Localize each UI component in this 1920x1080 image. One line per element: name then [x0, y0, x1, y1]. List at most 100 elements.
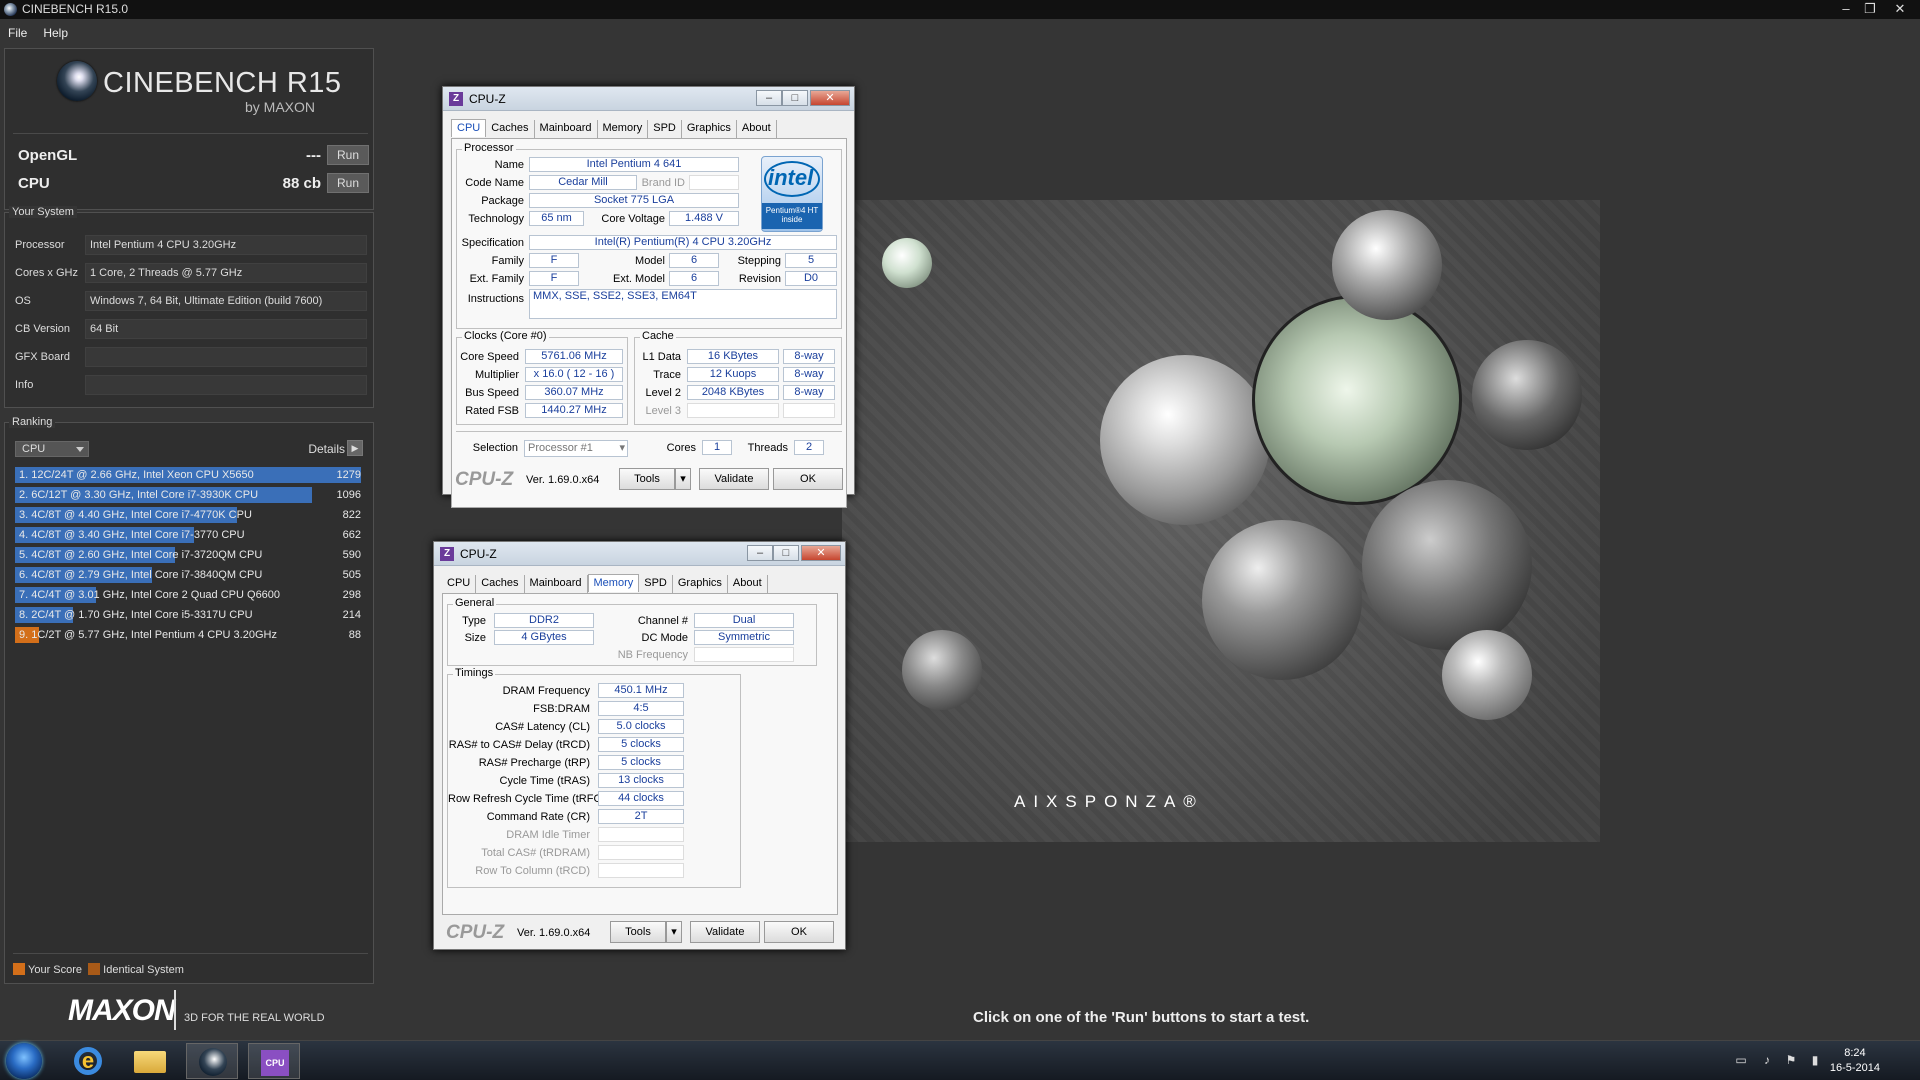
cache-group-title: Cache	[640, 330, 676, 342]
ranking-row[interactable]: 3. 4C/8T @ 4.40 GHz, Intel Core i7-4770K…	[15, 506, 367, 524]
spec-label: Specification	[461, 237, 524, 249]
cpuz-close-button[interactable]: ✕	[801, 545, 841, 561]
cpu-run-button[interactable]: Run	[327, 173, 369, 193]
timing-value	[598, 827, 684, 842]
close-button[interactable]: ✕	[1888, 0, 1912, 19]
validate-button[interactable]: Validate	[699, 468, 769, 490]
cpuz-maximize-button[interactable]: □	[773, 545, 799, 561]
opengl-row: OpenGL --- Run	[15, 145, 369, 167]
tab-about[interactable]: About	[737, 120, 777, 138]
tab-spd[interactable]: SPD	[648, 120, 682, 138]
cpuz-icon[interactable]: CPU	[248, 1043, 300, 1079]
volume-icon[interactable]: ♪	[1760, 1053, 1774, 1067]
tab-memory[interactable]: Memory	[598, 120, 649, 138]
ranking-cpu-name: 4. 4C/8T @ 3.40 GHz, Intel Core i7-3770 …	[19, 529, 245, 541]
ranking-dropdown-value: CPU	[22, 443, 46, 455]
ranking-row[interactable]: 8. 2C/4T @ 1.70 GHz, Intel Core i5-3317U…	[15, 606, 367, 624]
ranking-row[interactable]: 9. 1C/2T @ 5.77 GHz, Intel Pentium 4 CPU…	[15, 626, 367, 644]
ranking-score: 214	[342, 609, 361, 621]
timing-value: 44 clocks	[598, 791, 684, 806]
explorer-icon[interactable]	[124, 1043, 176, 1079]
nb-frequency-label: NB Frequency	[617, 649, 688, 661]
timing-value: 13 clocks	[598, 773, 684, 788]
processor-select-value: Processor #1	[528, 442, 593, 454]
benchmark-panel: CINEBENCH R15 by MAXON OpenGL --- Run CP…	[4, 48, 374, 210]
tab-cpu[interactable]: CPU	[442, 575, 477, 593]
ranking-title: Ranking	[9, 416, 56, 428]
network-icon[interactable]: ▮	[1808, 1053, 1822, 1067]
l3-value	[687, 403, 779, 418]
ranking-row[interactable]: 1. 12C/24T @ 2.66 GHz, Intel Xeon CPU X5…	[15, 466, 367, 484]
tab-spd[interactable]: SPD	[639, 575, 673, 593]
sys-key: Info	[15, 379, 34, 391]
ranking-row[interactable]: 2. 6C/12T @ 3.30 GHz, Intel Core i7-3930…	[15, 486, 367, 504]
cpuz-maximize-button[interactable]: □	[782, 90, 808, 106]
tab-mainboard[interactable]: Mainboard	[535, 120, 598, 138]
tools-button[interactable]: Tools	[610, 921, 666, 943]
cpu-label: CPU	[18, 175, 50, 192]
flag-icon[interactable]: ⚑	[1784, 1053, 1798, 1067]
ranking-score: 822	[342, 509, 361, 521]
tab-graphics[interactable]: Graphics	[682, 120, 737, 138]
ie-icon[interactable]: e	[62, 1043, 114, 1079]
cpuz-close-button[interactable]: ✕	[810, 90, 850, 106]
tab-graphics[interactable]: Graphics	[673, 575, 728, 593]
tools-button[interactable]: Tools	[619, 468, 675, 490]
cpu-row: CPU 88 cb Run	[15, 173, 369, 195]
ranking-panel: Ranking CPU Details ▶ 1. 12C/24T @ 2.66 …	[4, 416, 374, 984]
cpuz-brand-mark: CPU-Z	[455, 469, 514, 490]
tab-caches[interactable]: Caches	[476, 575, 525, 593]
tab-about[interactable]: About	[728, 575, 768, 593]
tab-cpu[interactable]: CPU	[451, 119, 487, 137]
ranking-score: 662	[342, 529, 361, 541]
sys-value: Intel Pentium 4 CPU 3.20GHz	[85, 235, 367, 255]
cpuz-minimize-button[interactable]: –	[756, 90, 782, 106]
sys-value: 64 Bit	[85, 319, 367, 339]
identical-system-swatch	[88, 963, 101, 975]
cinebench-window: CINEBENCH R15.0 – ❐ ✕ File Help CINEBENCH…	[0, 0, 1920, 1080]
codename-value: Cedar Mill	[529, 175, 637, 190]
cpuz-minimize-button[interactable]: –	[747, 545, 773, 561]
sys-value[interactable]	[85, 347, 367, 367]
maximize-button[interactable]: ❐	[1858, 0, 1882, 19]
tools-dropdown-button[interactable]: ▾	[666, 921, 682, 943]
channel-value: Dual	[694, 613, 794, 628]
start-button[interactable]	[6, 1043, 42, 1079]
ranking-row[interactable]: 4. 4C/8T @ 3.40 GHz, Intel Core i7-3770 …	[15, 526, 367, 544]
ok-button[interactable]: OK	[764, 921, 834, 943]
timing-label: Cycle Time (tRAS)	[499, 775, 590, 787]
opengl-run-button[interactable]: Run	[327, 145, 369, 165]
voltage-value: 1.488 V	[669, 211, 739, 226]
general-group: General Type DDR2 Size 4 GBytes Channel …	[447, 597, 817, 666]
validate-button[interactable]: Validate	[690, 921, 760, 943]
tab-caches[interactable]: Caches	[486, 120, 535, 138]
legend-identical: Identical System	[103, 964, 184, 976]
timing-label: Row Refresh Cycle Time (tRFC)	[448, 793, 606, 805]
minimize-button[interactable]: –	[1834, 0, 1858, 19]
ok-button[interactable]: OK	[773, 468, 843, 490]
processor-select[interactable]: Processor #1 ▾	[524, 440, 628, 457]
sys-row-info: Info	[13, 375, 369, 397]
l2-value: 2048 KBytes	[687, 385, 779, 400]
tools-dropdown-button[interactable]: ▾	[675, 468, 691, 490]
details-arrow-button[interactable]: ▶	[347, 440, 363, 456]
tab-memory[interactable]: Memory	[587, 574, 640, 592]
logo-by: by MAXON	[245, 99, 316, 115]
sys-value[interactable]	[85, 375, 367, 395]
tab-mainboard[interactable]: Mainboard	[525, 575, 588, 593]
menu-file[interactable]: File	[0, 20, 35, 40]
multiplier-value: x 16.0 ( 12 - 16 )	[525, 367, 623, 382]
ranking-row[interactable]: 6. 4C/8T @ 2.79 GHz, Intel Core i7-3840Q…	[15, 566, 367, 584]
bus-speed-value: 360.07 MHz	[525, 385, 623, 400]
your-system-panel: Your System Processor Intel Pentium 4 CPU…	[4, 206, 374, 408]
tray-keyboard-icon[interactable]: ▭	[1734, 1053, 1748, 1067]
ranking-cpu-name: 1. 12C/24T @ 2.66 GHz, Intel Xeon CPU X5…	[19, 469, 254, 481]
brandid-value	[689, 175, 739, 190]
rated-fsb-label: Rated FSB	[465, 405, 519, 417]
ranking-row[interactable]: 7. 4C/4T @ 3.01 GHz, Intel Core 2 Quad C…	[15, 586, 367, 604]
ranking-type-dropdown[interactable]: CPU	[15, 441, 89, 457]
taskbar-clock[interactable]: 8:24 16-5-2014	[1830, 1046, 1880, 1076]
ranking-row[interactable]: 5. 4C/8T @ 2.60 GHz, Intel Core i7-3720Q…	[15, 546, 367, 564]
menu-help[interactable]: Help	[35, 20, 76, 40]
cinebench-icon[interactable]	[186, 1043, 238, 1079]
